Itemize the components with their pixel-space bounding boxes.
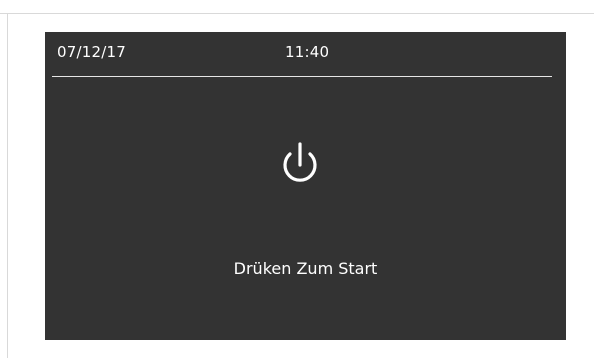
page: 07/12/17 11:40 Drüken Zum Start (0, 0, 594, 358)
status-divider (52, 76, 552, 77)
start-prompt-label: Drüken Zum Start (233, 259, 378, 278)
status-bar: 07/12/17 11:40 (45, 32, 566, 76)
device-screen: 07/12/17 11:40 Drüken Zum Start (45, 32, 566, 340)
power-icon (283, 142, 317, 182)
power-button[interactable] (275, 140, 325, 190)
guide-line-left (7, 13, 8, 358)
guide-line-top (0, 13, 594, 14)
date-display: 07/12/17 (57, 43, 126, 61)
time-display: 11:40 (285, 43, 330, 61)
